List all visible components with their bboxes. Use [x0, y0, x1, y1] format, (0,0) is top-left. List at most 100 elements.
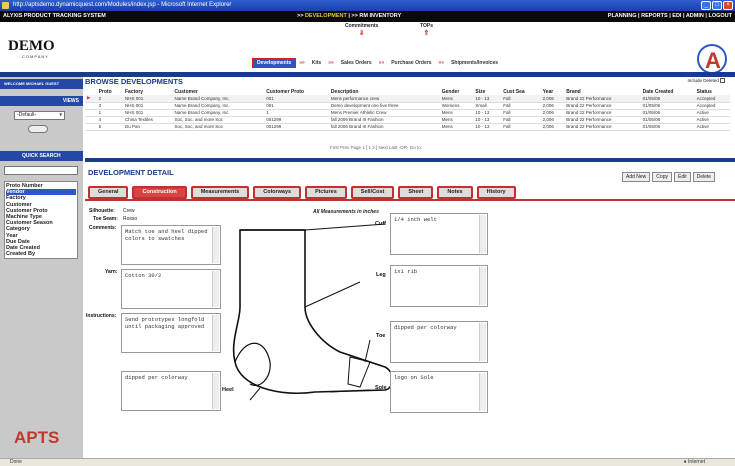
column-header[interactable]: Factory	[123, 88, 172, 95]
module-rm-inventory-link[interactable]: RM INVENTORY	[359, 13, 401, 19]
table-cell: 001	[264, 95, 329, 103]
tab-construction[interactable]: Construction	[132, 186, 187, 199]
column-header[interactable]: Year	[541, 88, 565, 95]
yarn-textarea[interactable]: Cotton 30/2	[121, 269, 221, 309]
sock-outline	[232, 229, 394, 395]
arrow-down-icon: ⇓	[358, 30, 365, 37]
table-header-row: Proto Factory Customer Customer Proto Descri…	[85, 88, 730, 95]
column-header[interactable]: Cust Sea	[501, 88, 540, 95]
delete-button[interactable]: Delete	[692, 172, 716, 182]
heel-label: Heel	[222, 387, 234, 393]
column-header[interactable]: Customer Proto	[264, 88, 329, 95]
table-cell: Womens	[439, 102, 474, 110]
table-cell: Soc, Soc, and more Soc	[172, 116, 265, 124]
heel-textarea[interactable]: dipped per colorway	[121, 371, 221, 411]
table-cell: 5	[96, 123, 123, 131]
quick-search-input[interactable]	[4, 166, 78, 175]
yarn-label: Yarn:	[105, 269, 118, 275]
tab-history[interactable]: History	[476, 186, 516, 199]
table-cell: Mens Premier Athletic Crew	[328, 109, 440, 117]
add-new-button[interactable]: Add New	[622, 172, 651, 182]
nav-tab-shipments-invoices[interactable]: Shipments/Invoices	[447, 58, 503, 67]
search-field-option[interactable]: Created By	[6, 251, 76, 257]
table-row[interactable]: 5 Du Pan Soc, Soc, and more Soc 001299 fall …	[85, 123, 730, 131]
column-header[interactable]: Size	[473, 88, 501, 95]
nav-separator-icon: »»	[299, 59, 305, 66]
close-button[interactable]: ×	[723, 1, 733, 10]
pager[interactable]: First Prev Page 1 [ 1 2 ] Next Last -OR-…	[330, 145, 422, 150]
nav-tab-developments[interactable]: Developments	[252, 57, 297, 68]
module-development-link[interactable]: DEVELOPMENT	[305, 13, 347, 19]
detail-actions: Add New Copy Edit Delete	[622, 172, 716, 182]
column-header[interactable]: Customer	[172, 88, 264, 95]
instructions-textarea[interactable]: Send prototypes longfold until packaging…	[121, 313, 221, 353]
include-deleted-checkbox[interactable]	[720, 78, 725, 84]
table-cell: Fall	[501, 102, 541, 110]
quick-search-label: QUICK SEARCH	[22, 153, 61, 159]
table-cell: 4	[96, 116, 123, 124]
browse-table: Proto Factory Customer Customer Proto Descri…	[85, 88, 730, 131]
column-header[interactable]: Gender	[440, 88, 474, 95]
tops-link[interactable]: TOPs ⇑	[420, 23, 433, 37]
row-pointer-icon: ▶	[85, 95, 97, 103]
table-cell: Active	[694, 109, 730, 117]
breadcrumb-sep: | >>	[346, 13, 360, 19]
column-header[interactable]: Description	[329, 88, 440, 95]
minimize-button[interactable]: _	[701, 1, 711, 10]
table-cell: NHS 001	[122, 102, 173, 110]
tab-general[interactable]: General	[88, 186, 129, 199]
status-text: Done	[10, 459, 22, 465]
module-breadcrumb: >> DEVELOPMENT | >> RM INVENTORY	[297, 11, 401, 22]
leg-textarea[interactable]: 1x1 rib	[390, 265, 488, 307]
tab-measurements[interactable]: Measurements	[190, 186, 250, 199]
include-deleted[interactable]: Include Deleted	[687, 78, 725, 84]
toe-textarea[interactable]: dipped per colorway	[390, 321, 488, 363]
nav-tab-sales-orders[interactable]: Sales Orders	[336, 58, 376, 67]
edit-button[interactable]: Edit	[673, 172, 691, 182]
tab-sell-cost[interactable]: Sell/Cost	[350, 186, 395, 199]
sole-textarea[interactable]: logo on Sole	[390, 371, 488, 413]
table-cell: Fall	[501, 123, 541, 131]
table-cell: 10 - 13	[473, 116, 502, 124]
column-header[interactable]: Brand	[564, 88, 640, 95]
table-cell: 2	[96, 95, 123, 103]
table-cell: Mens performance crew	[328, 95, 440, 103]
column-header[interactable]: Status	[695, 88, 730, 95]
column-header[interactable]: Date Created	[641, 88, 695, 95]
main-nav: Developments»» Kits»» Sales Orders»» Purcha…	[252, 57, 503, 68]
tab-pictures[interactable]: Pictures	[305, 186, 347, 199]
welcome-banner: WELCOME MICHAEL GUEST	[0, 79, 83, 89]
table-cell: Fall	[501, 95, 541, 103]
table-cell: Mens	[439, 116, 474, 124]
tab-notes[interactable]: Notes	[437, 186, 473, 199]
comments-textarea[interactable]: Match toe and heel dipped colors to swat…	[121, 225, 221, 265]
table-cell: Name Brand Company, Inc.	[172, 102, 265, 110]
tab-colorways[interactable]: Colorways	[253, 186, 302, 199]
views-select[interactable]: -Default- ▾	[14, 111, 65, 120]
search-field-list[interactable]: Proto Number Vendor Factory Customer Custome…	[4, 181, 78, 260]
nav-tab-purchase-orders[interactable]: Purchase Orders	[387, 58, 436, 67]
views-go-button[interactable]	[28, 125, 48, 133]
top-menu[interactable]: PLANNING | REPORTS | EDI | ADMIN | LOGOU…	[608, 11, 732, 22]
nav-tab-kits[interactable]: Kits	[307, 58, 326, 67]
table-row[interactable]: 4 China Textiles Soc, Soc, and more Soc 001…	[85, 116, 730, 124]
cuff-textarea[interactable]: 1/4 inch welt	[390, 213, 488, 255]
commitments-link[interactable]: Commitments ⇓	[345, 23, 378, 37]
copy-button[interactable]: Copy	[652, 172, 672, 182]
chevron-down-icon: ▾	[59, 112, 62, 118]
tab-sheet[interactable]: Sheet	[398, 186, 434, 199]
table-row[interactable]: 1 NHS 001 Name Brand Company, Inc. 1 Mens Pr…	[85, 109, 730, 117]
table-cell: 001299	[264, 123, 329, 131]
row-pointer-icon	[85, 109, 97, 117]
table-cell: Brand 22 Performance	[564, 116, 641, 124]
status-zone: ● Internet	[683, 459, 705, 465]
table-row[interactable]: ▶ 2 NHS 001 Name Brand Company, Inc. 001 Mens…	[85, 95, 730, 103]
table-row[interactable]: 3 NHS 001 Name Brand Company, Inc. 001 Demo …	[85, 102, 730, 110]
table-cell: 001299	[264, 116, 329, 124]
sidebar: WELCOME MICHAEL GUEST VIEWS -Default- ▾ Q…	[0, 77, 83, 460]
column-header[interactable]: Proto	[97, 88, 123, 95]
maximize-button[interactable]: □	[712, 1, 722, 10]
nav-separator-icon: »»	[378, 59, 385, 66]
table-cell: Active	[694, 123, 730, 131]
include-deleted-label: Include Deleted	[687, 78, 719, 83]
